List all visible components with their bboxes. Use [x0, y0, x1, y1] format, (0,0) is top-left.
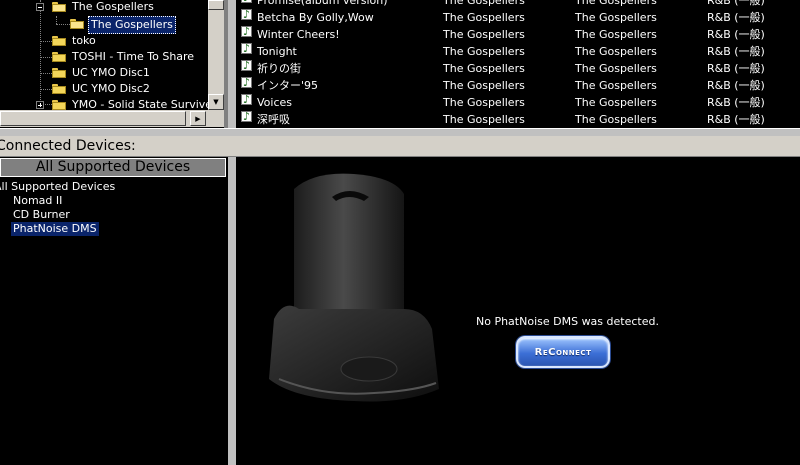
track-row[interactable]: ♪ Tonight The Gospellers The Gospellers R&B … [236, 43, 800, 60]
device-root[interactable]: All Supported Devices [0, 180, 115, 194]
tree-node-the-gospellers[interactable]: The Gospellers [36, 0, 216, 15]
device-item-cd-burner[interactable]: CD Burner [13, 208, 70, 222]
track-genre: R&B (一般) [707, 96, 765, 109]
library-tree: The Gospellers The Gospellers toko TOSHI… [0, 0, 228, 128]
track-row[interactable]: ♪ 祈りの街 The Gospellers The Gospellers R&B (一般… [236, 60, 800, 77]
scroll-down-button[interactable]: ▼ [208, 94, 224, 110]
track-genre: R&B (一般) [707, 113, 765, 126]
track-title: Tonight [257, 45, 297, 58]
device-detail-pane: No PhatNoise DMS was detected. ReConnect [236, 157, 800, 465]
tree-node-the-gospellers-album[interactable]: The Gospellers [70, 16, 220, 34]
track-artist: The Gospellers [443, 113, 525, 126]
track-title: Voices [257, 96, 293, 109]
track-artist: The Gospellers [443, 79, 525, 92]
track-title: 深呼吸 [257, 113, 290, 126]
track-row[interactable]: ♪ Betcha By Golly,Wow The Gospellers The Go… [236, 9, 800, 26]
tree-node-uc-ymo-disc1[interactable]: UC YMO Disc1 [52, 65, 212, 81]
track-list: ♪ Promise(album version) The Gospellers The… [236, 0, 800, 128]
track-artist: The Gospellers [443, 0, 525, 7]
scroll-thumb[interactable] [208, 0, 224, 10]
music-note-icon: ♪ [241, 93, 252, 106]
device-list: All Supported Devices All Supported Devi… [0, 157, 228, 465]
folder-open-icon [52, 2, 66, 12]
track-row[interactable]: ♪ Voices The Gospellers The Gospellers R&B (… [236, 94, 800, 111]
track-album: The Gospellers [575, 79, 657, 92]
music-note-icon: ♪ [241, 42, 252, 55]
track-title: Winter Cheers! [257, 28, 340, 41]
folder-icon [52, 36, 66, 46]
track-title: Betcha By Golly,Wow [257, 11, 374, 24]
folder-open-icon [70, 19, 84, 29]
scroll-right-button[interactable]: ▶ [190, 111, 206, 126]
track-row[interactable]: ♪ Winter Cheers! The Gospellers The Gospell… [236, 26, 800, 43]
detection-status: No PhatNoise DMS was detected. [476, 315, 659, 328]
scroll-thumb[interactable] [0, 111, 186, 126]
music-note-icon: ♪ [241, 59, 252, 72]
track-album: The Gospellers [575, 113, 657, 126]
collapse-icon[interactable] [36, 3, 44, 11]
tree-node-uc-ymo-disc2[interactable]: UC YMO Disc2 [52, 81, 212, 97]
reconnect-button[interactable]: ReConnect [516, 336, 610, 368]
device-item-nomad[interactable]: Nomad II [13, 194, 62, 208]
track-genre: R&B (一般) [707, 11, 765, 24]
music-note-icon: ♪ [241, 25, 252, 38]
track-album: The Gospellers [575, 0, 657, 7]
track-genre: R&B (一般) [707, 0, 765, 7]
track-artist: The Gospellers [443, 28, 525, 41]
music-note-icon: ♪ [241, 110, 252, 123]
connected-devices-header: Connected Devices: [0, 136, 800, 157]
track-album: The Gospellers [575, 96, 657, 109]
track-genre: R&B (一般) [707, 79, 765, 92]
music-note-icon: ♪ [241, 0, 252, 3]
folder-icon [52, 84, 66, 94]
music-note-icon: ♪ [241, 76, 252, 89]
track-genre: R&B (一般) [707, 45, 765, 58]
track-artist: The Gospellers [443, 96, 525, 109]
track-album: The Gospellers [575, 45, 657, 58]
phatnoise-dock-image [269, 173, 439, 402]
device-item-phatnoise[interactable]: PhatNoise DMS [11, 222, 99, 236]
bottom-pane-splitter[interactable] [228, 157, 236, 465]
track-title: インター'95 [257, 79, 319, 92]
tree-node-toko[interactable]: toko [52, 33, 212, 49]
folder-icon [52, 100, 66, 110]
tree-vertical-scrollbar[interactable]: ▼ [208, 0, 224, 110]
track-title: 祈りの街 [257, 62, 301, 75]
folder-icon [52, 68, 66, 78]
track-row[interactable]: ♪ Promise(album version) The Gospellers The… [236, 0, 800, 9]
folder-icon [52, 52, 66, 62]
track-album: The Gospellers [575, 28, 657, 41]
track-artist: The Gospellers [443, 11, 525, 24]
tree-node-toshi[interactable]: TOSHI - Time To Share [52, 49, 212, 65]
tree-horizontal-scrollbar[interactable]: ▶ [0, 110, 224, 127]
track-album: The Gospellers [575, 11, 657, 24]
music-note-icon: ♪ [241, 8, 252, 21]
track-artist: The Gospellers [443, 62, 525, 75]
expand-icon[interactable] [36, 101, 44, 109]
track-genre: R&B (一般) [707, 28, 765, 41]
track-genre: R&B (一般) [707, 62, 765, 75]
top-pane-splitter[interactable] [228, 0, 236, 130]
track-album: The Gospellers [575, 62, 657, 75]
track-row[interactable]: ♪ インター'95 The Gospellers The Gospellers R&B … [236, 77, 800, 94]
track-artist: The Gospellers [443, 45, 525, 58]
all-devices-tab[interactable]: All Supported Devices [0, 158, 226, 177]
track-row[interactable]: ♪ 深呼吸 The Gospellers The Gospellers R&B (一般) [236, 111, 800, 128]
track-title: Promise(album version) [257, 0, 388, 7]
